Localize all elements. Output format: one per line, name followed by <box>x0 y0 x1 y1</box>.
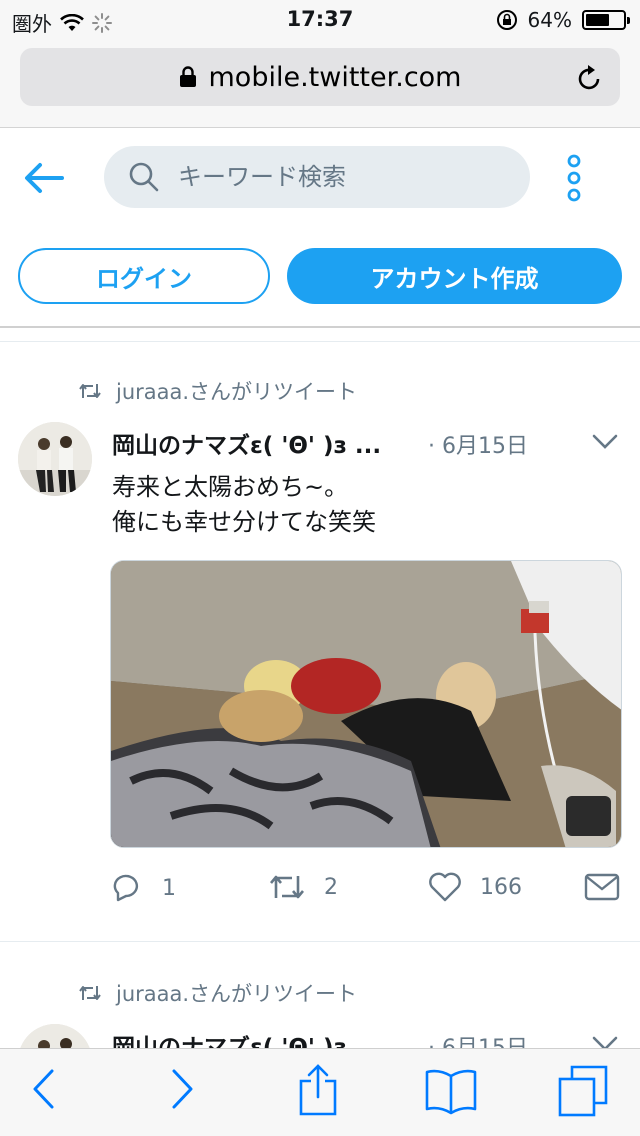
browser-back-icon[interactable] <box>30 1067 56 1111</box>
tabs-icon[interactable] <box>558 1065 608 1117</box>
address-bar[interactable]: mobile.twitter.com <box>20 48 620 106</box>
avatar-photo <box>18 422 92 496</box>
signup-button[interactable]: アカウント作成 <box>287 248 622 304</box>
search-input[interactable] <box>178 163 478 191</box>
reload-icon[interactable] <box>576 62 604 92</box>
reply-count: 1 <box>162 875 176 901</box>
tweet-photo[interactable] <box>110 560 622 848</box>
share-icon[interactable] <box>298 1063 338 1117</box>
orientation-lock-icon <box>496 10 517 30</box>
battery-icon <box>582 10 630 30</box>
retweet-context: juraaa.さんがリツイート <box>78 376 357 406</box>
tweet-actions: 1 2 166 <box>110 872 622 912</box>
more-options-icon[interactable] <box>562 154 586 202</box>
bookmarks-icon[interactable] <box>424 1067 478 1115</box>
tweet[interactable]: juraaa.さんがリツイート 岡山のナマズɛ( 'Θ' )з ... · 6月… <box>0 342 640 942</box>
search-icon <box>129 162 159 192</box>
tweet-text: 寿来と太陽おめち~。 俺にも幸せ分けてな笑笑 <box>112 470 376 540</box>
twitter-header: ログイン アカウント作成 <box>0 128 640 328</box>
tweet[interactable]: juraaa.さんがリツイート 岡山のナマズɛ( 'Θ' )з · 6月15日 <box>0 944 640 1064</box>
reply-action[interactable]: 1 <box>110 872 176 904</box>
status-right: 64% <box>496 8 630 32</box>
status-bar: 圏外 17:37 64% <box>0 0 640 40</box>
retweet-label: juraaa.さんがリツイート <box>116 380 358 404</box>
retweet-icon <box>270 875 304 899</box>
url-text: mobile.twitter.com <box>208 61 462 93</box>
heart-icon <box>429 872 461 902</box>
browser-address-area: mobile.twitter.com <box>0 40 640 128</box>
photo-image <box>111 561 621 847</box>
direct-message-icon[interactable] <box>584 872 620 902</box>
reply-icon <box>113 874 139 902</box>
browser-toolbar <box>0 1048 640 1136</box>
tweet-text-line: 寿来と太陽おめち~。 <box>112 473 349 501</box>
battery-level <box>586 14 610 26</box>
author-name[interactable]: 岡山のナマズɛ( 'Θ' )з ... <box>112 426 412 460</box>
battery-percent: 64% <box>527 8 572 32</box>
like-action[interactable]: 166 <box>428 872 522 902</box>
tweet-date[interactable]: · 6月15日 <box>428 428 528 460</box>
chevron-down-icon[interactable] <box>592 434 618 450</box>
avatar[interactable] <box>18 422 92 496</box>
lock-icon <box>179 66 196 87</box>
retweet-context: juraaa.さんがリツイート <box>78 978 357 1008</box>
retweet-count: 2 <box>324 874 338 900</box>
back-arrow-icon[interactable] <box>22 160 66 196</box>
browser-forward-icon[interactable] <box>170 1067 196 1111</box>
retweet-label: juraaa.さんがリツイート <box>116 982 358 1006</box>
retweet-icon <box>79 384 101 398</box>
retweet-action[interactable]: 2 <box>268 872 338 902</box>
search-box[interactable] <box>104 146 530 208</box>
login-button[interactable]: ログイン <box>18 248 270 304</box>
retweet-icon <box>79 986 101 1000</box>
tweet-text-line: 俺にも幸せ分けてな笑笑 <box>112 508 376 536</box>
like-count: 166 <box>480 874 522 900</box>
feed-divider <box>0 328 640 342</box>
